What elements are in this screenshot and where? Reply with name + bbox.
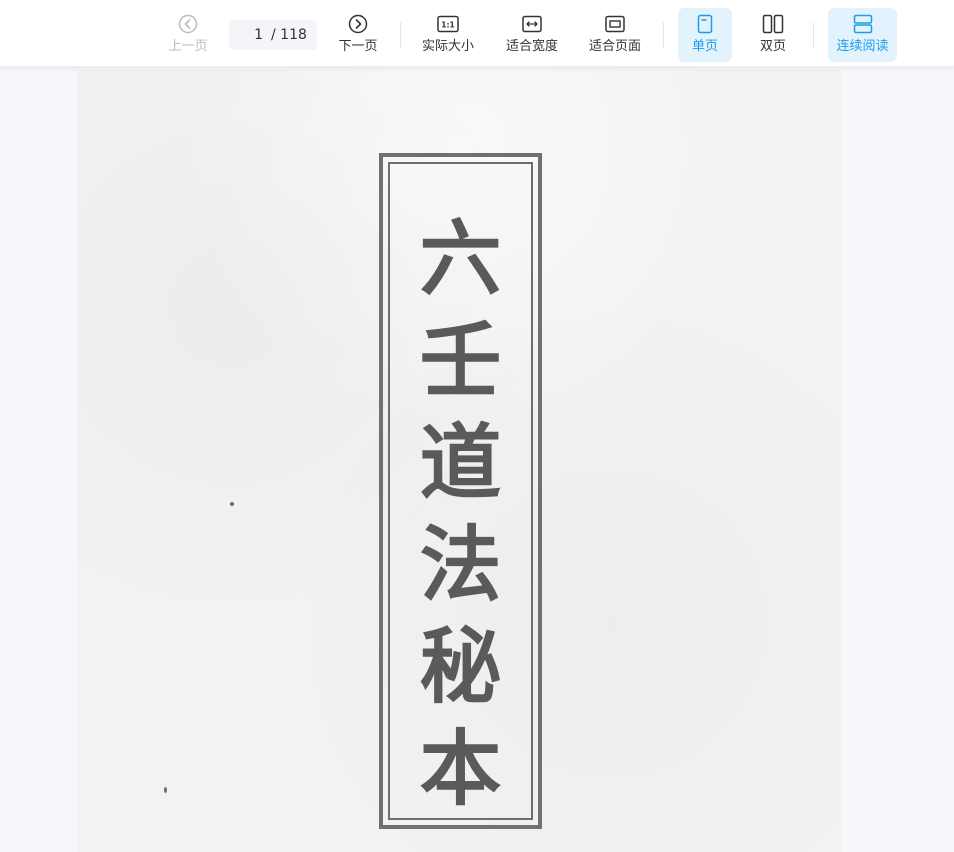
toolbar-divider — [400, 22, 401, 48]
page-speck — [164, 787, 167, 793]
fit-width-label: 适合宽度 — [505, 39, 558, 54]
single-page-button[interactable]: 单页 — [678, 8, 732, 62]
next-page-button[interactable]: 下一页 — [330, 8, 386, 62]
fit-page-button[interactable]: 适合页面 — [581, 8, 649, 62]
prev-page-label: 上一页 — [168, 39, 208, 54]
double-page-button[interactable]: 双页 — [746, 8, 800, 62]
double-page-icon — [762, 12, 784, 36]
title-char-3: 道 — [419, 415, 502, 511]
current-page-input[interactable]: 1 — [229, 27, 269, 43]
title-char-1: 六 — [419, 211, 502, 307]
fit-width-button[interactable]: 适合宽度 — [498, 8, 566, 62]
actual-size-button[interactable]: 1:1 实际大小 — [414, 8, 482, 62]
fit-page-label: 适合页面 — [588, 39, 641, 54]
page-indicator: 1 / 118 — [229, 20, 317, 50]
chevron-left-circle-icon — [178, 12, 198, 36]
fit-page-icon — [605, 12, 625, 36]
actual-size-icon-text: 1:1 — [441, 21, 454, 30]
toolbar-divider — [663, 22, 664, 48]
continuous-reading-label: 连续阅读 — [836, 39, 889, 54]
page-speck — [230, 502, 234, 506]
chevron-right-circle-icon — [348, 12, 368, 36]
continuous-scroll-icon — [853, 12, 873, 36]
title-char-6: 本 — [419, 721, 502, 817]
double-page-label: 双页 — [759, 39, 786, 54]
document-viewer[interactable]: 六 壬 道 法 秘 本 — [0, 67, 954, 852]
title-frame-outer: 六 壬 道 法 秘 本 — [379, 153, 542, 829]
actual-size-label: 实际大小 — [421, 39, 474, 54]
toolbar-divider — [813, 22, 814, 48]
title-char-4: 法 — [419, 517, 502, 613]
title-frame-inner: 六 壬 道 法 秘 本 — [388, 162, 533, 820]
toolbar: 上一页 1 / 118 下一页 1:1 实际大小 适合宽度 适合页面 单页 双页… — [0, 0, 954, 67]
actual-size-icon: 1:1 — [437, 12, 459, 36]
fit-width-icon — [522, 12, 542, 36]
total-pages: / 118 — [271, 27, 307, 43]
single-page-icon — [697, 12, 713, 36]
title-char-2: 壬 — [419, 313, 502, 409]
continuous-reading-button[interactable]: 连续阅读 — [828, 8, 897, 62]
next-page-label: 下一页 — [338, 39, 378, 54]
document-page: 六 壬 道 法 秘 本 — [77, 70, 841, 852]
single-page-label: 单页 — [691, 39, 718, 54]
title-char-5: 秘 — [419, 619, 502, 715]
prev-page-button[interactable]: 上一页 — [160, 8, 216, 62]
